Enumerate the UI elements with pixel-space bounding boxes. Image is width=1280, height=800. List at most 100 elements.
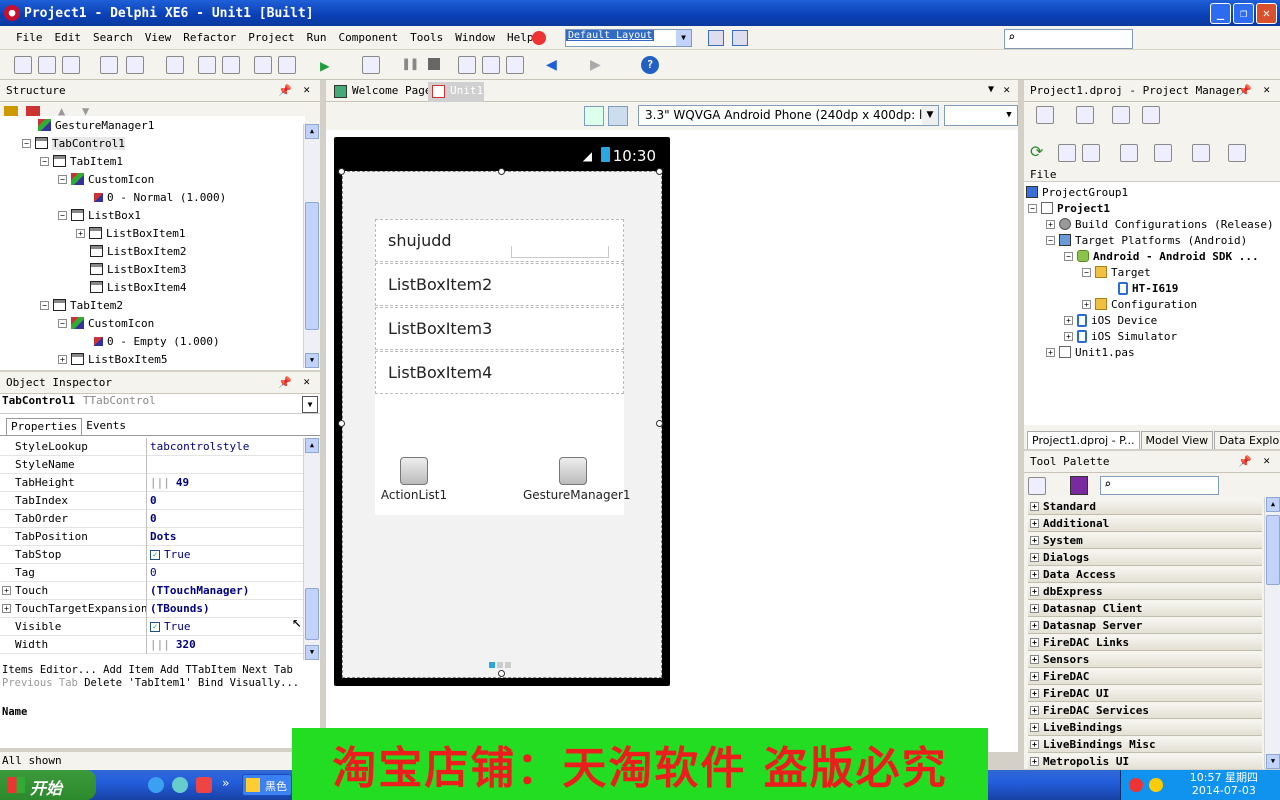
listbox-item[interactable]: ListBoxItem4 <box>375 351 624 394</box>
palette-category[interactable]: + dbExpress <box>1028 584 1262 600</box>
remove-from-project-icon[interactable] <box>278 56 296 74</box>
tree-node[interactable]: ListBoxItem3 <box>90 260 186 278</box>
edit-field[interactable] <box>511 246 609 258</box>
property-value[interactable]: 0 <box>150 512 157 525</box>
tree-node[interactable]: + ListBoxItem1 <box>76 224 185 242</box>
scroll-up-icon[interactable]: ▲ <box>1266 497 1280 512</box>
pin-icon[interactable]: 📌 <box>278 376 292 389</box>
dot-active[interactable] <box>489 662 495 668</box>
tree-node[interactable]: ListBoxItem4 <box>90 278 186 296</box>
tab-project-manager[interactable]: Project1.dproj - P... <box>1027 431 1140 449</box>
tray-icon[interactable] <box>1129 778 1143 792</box>
selection-handle[interactable] <box>656 168 663 175</box>
property-row[interactable]: Visible ✓ True <box>0 618 303 636</box>
add-item-link[interactable]: Add Item <box>103 664 154 676</box>
tab-model-view[interactable]: Model View <box>1140 431 1214 449</box>
property-value[interactable]: 49 <box>176 476 189 489</box>
step-over-icon[interactable] <box>482 56 500 74</box>
expand-icon[interactable]: + <box>1046 347 1055 357</box>
menu-edit[interactable]: Edit <box>49 31 88 44</box>
palette-category[interactable]: + Data Access <box>1028 567 1262 583</box>
device-orientation-icon[interactable] <box>608 106 628 126</box>
tab-unit1[interactable]: Unit1 <box>428 82 484 102</box>
palette-category[interactable]: + Datasnap Client <box>1028 601 1262 617</box>
maximize-button[interactable]: ❐ <box>1233 3 1254 24</box>
collapse-icon[interactable]: − <box>1082 267 1091 277</box>
close-icon[interactable]: ✕ <box>1263 83 1270 96</box>
dot[interactable] <box>497 662 503 668</box>
tree-node[interactable]: + Unit1.pas <box>1046 344 1135 360</box>
checkbox-icon[interactable]: ✓ <box>150 550 160 560</box>
property-row[interactable]: TabIndex 0 <box>0 492 303 510</box>
menu-project[interactable]: Project <box>242 31 300 44</box>
menu-window[interactable]: Window <box>449 31 501 44</box>
collapse-all-icon[interactable] <box>1058 144 1076 162</box>
selection-handle[interactable] <box>338 420 345 427</box>
debug-layout-icon[interactable] <box>732 30 748 46</box>
tab-events[interactable]: Events <box>82 418 130 435</box>
layout-select[interactable]: Default Layout ▼ <box>565 29 692 47</box>
expand-icon[interactable]: + <box>58 354 67 364</box>
collapse-icon[interactable]: − <box>58 174 67 184</box>
taskbar-window-item[interactable]: 黑色 <box>242 774 292 796</box>
tree-node[interactable]: + iOS Simulator <box>1064 328 1177 344</box>
property-row[interactable]: TabOrder 0 <box>0 510 303 528</box>
tree-node[interactable]: + Build Configurations (Release) <box>1046 216 1274 232</box>
scroll-down-icon[interactable]: ▼ <box>305 353 319 368</box>
tree-node[interactable]: GestureManager1 <box>38 116 154 134</box>
deploy-icon[interactable] <box>1228 144 1246 162</box>
app-icon[interactable] <box>196 777 212 793</box>
device-select[interactable]: 3.3" WQVGA Android Phone (240dp x 400dp:… <box>638 105 939 126</box>
style-select[interactable]: ▼ <box>944 105 1018 126</box>
collapse-icon[interactable]: − <box>40 156 49 166</box>
menu-file[interactable]: File <box>10 31 49 44</box>
selection-handle[interactable] <box>498 168 505 175</box>
open-icon[interactable] <box>126 56 144 74</box>
save-all-icon[interactable] <box>198 56 216 74</box>
listbox-item[interactable]: shujudd <box>375 219 624 262</box>
collapse-icon[interactable]: − <box>58 318 67 328</box>
bind-visually-link[interactable]: Bind Visually... <box>198 677 299 689</box>
pin-icon[interactable]: 📌 <box>278 84 292 97</box>
actionlist-component[interactable]: ActionList1 <box>379 457 449 502</box>
ie-icon[interactable] <box>148 777 164 793</box>
property-value[interactable]: tabcontrolstyle <box>150 440 249 453</box>
selection-handle[interactable] <box>656 420 663 427</box>
expand-icon[interactable]: + <box>2 604 11 613</box>
tree-node[interactable]: − Android - Android SDK ... <box>1064 248 1259 264</box>
weather-icon[interactable] <box>1149 778 1163 792</box>
tree-node[interactable]: − TabItem1 <box>40 152 123 170</box>
oi-component-select[interactable]: TabControl1 TTabControl ▼ <box>0 394 320 414</box>
browser-icon[interactable] <box>172 777 188 793</box>
start-button[interactable]: 开始 <box>0 770 96 800</box>
new-form-icon[interactable] <box>100 56 118 74</box>
view-icon[interactable] <box>1142 106 1160 124</box>
save-layout-icon[interactable] <box>708 30 724 46</box>
next-tab-link[interactable]: Next Tab <box>242 664 293 676</box>
close-tab-icon[interactable]: ✕ <box>1003 83 1010 96</box>
collapse-icon[interactable]: − <box>1046 235 1055 245</box>
property-row[interactable]: + TouchTargetExpansion (TBounds) <box>0 600 303 618</box>
property-row[interactable]: StyleLookup tabcontrolstyle <box>0 438 303 456</box>
pause-icon[interactable]: ❚❚ <box>402 56 419 72</box>
listbox-item[interactable]: ListBoxItem2 <box>375 263 624 306</box>
tree-node[interactable]: − Project1 <box>1028 200 1110 216</box>
back-icon[interactable]: ◀ <box>546 54 557 75</box>
oi-scrollbar[interactable]: ▲ ▼ <box>303 438 320 660</box>
tree-node[interactable]: − Target Platforms (Android) <box>1046 232 1247 248</box>
menu-component[interactable]: Component <box>332 31 404 44</box>
menu-view[interactable]: View <box>139 31 178 44</box>
tree-node[interactable]: ProjectGroup1 <box>1026 184 1128 200</box>
palette-category[interactable]: + FireDAC UI <box>1028 686 1262 702</box>
property-value[interactable]: Dots <box>150 530 177 543</box>
palette-category[interactable]: + Sensors <box>1028 652 1262 668</box>
collapse-icon[interactable]: − <box>40 300 49 310</box>
run-without-debug-icon[interactable] <box>362 56 380 74</box>
property-value[interactable]: 0 <box>150 494 157 507</box>
scroll-up-icon[interactable]: ▲ <box>305 438 319 453</box>
property-row[interactable]: + Touch (TTouchManager) <box>0 582 303 600</box>
tree-node[interactable]: − TabItem2 <box>40 296 123 314</box>
tab-list-chevron-icon[interactable]: ▼ <box>988 84 994 95</box>
property-value[interactable]: True <box>164 548 191 561</box>
collapse-icon[interactable]: − <box>58 210 67 220</box>
